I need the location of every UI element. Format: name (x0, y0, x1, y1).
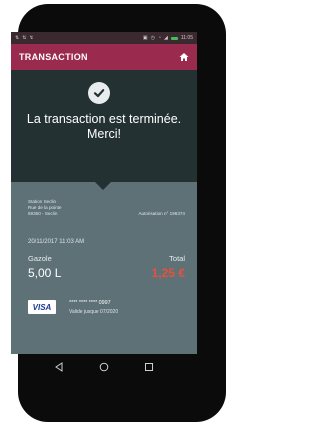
notification-icon: ↯ (29, 35, 34, 41)
card-validity: Valide jusque 07/2020 (69, 309, 119, 315)
confirmation-message: La transaction est terminée. Merci! (11, 112, 197, 142)
fuel-label: Gazole (28, 254, 52, 263)
visa-card-icon: VISA (28, 300, 56, 314)
total-label: Total (169, 254, 185, 263)
home-icon[interactable] (179, 52, 189, 62)
card-brand: VISA (32, 302, 52, 312)
panel-pointer (95, 182, 111, 190)
total-amount: 1,25 € (151, 266, 185, 280)
station-address: Station Seclin Rue de la pointe 59350 - … (28, 199, 61, 217)
signal-icon: ⇅ (15, 35, 20, 41)
fuel-quantity: 5,00 L (28, 266, 62, 280)
message-line-1: La transaction est terminée. (26, 112, 182, 126)
recents-icon[interactable] (143, 361, 155, 373)
confirmation-panel: La transaction est terminée. Merci! (11, 70, 197, 182)
nfc-icon: ▣ (142, 35, 148, 41)
authorisation-number: Autorisation n° 196374 (138, 211, 185, 216)
alarm-icon: ◷ (150, 35, 155, 41)
battery-icon (170, 36, 178, 40)
app-bar: TRANSACTION (11, 44, 197, 70)
status-time: 11:05 (180, 35, 193, 41)
message-line-2: Merci! (86, 127, 122, 141)
navigation-bar (11, 354, 197, 380)
page-title: TRANSACTION (19, 52, 88, 62)
status-bar: ⇅ ⇅ ↯ ▣ ◷ ◔ ◢ 11:05 (11, 32, 197, 44)
signal-icon: ⇅ (22, 35, 27, 41)
check-icon (88, 82, 110, 104)
screen: ⇅ ⇅ ↯ ▣ ◷ ◔ ◢ 11:05 TRANSACTION La trans… (11, 32, 197, 354)
home-circle-icon[interactable] (98, 361, 110, 373)
wifi-icon: ◔ (157, 35, 161, 41)
signal-strength-icon: ◢ (163, 35, 168, 41)
station-city: 59350 - Seclin (28, 211, 58, 216)
back-icon[interactable] (53, 361, 65, 373)
receipt-panel: Station Seclin Rue de la pointe 59350 - … (11, 182, 197, 354)
card-number: **** **** **** 0997 (69, 300, 111, 306)
transaction-datetime: 20/11/2017 11:03 AM (28, 239, 85, 245)
